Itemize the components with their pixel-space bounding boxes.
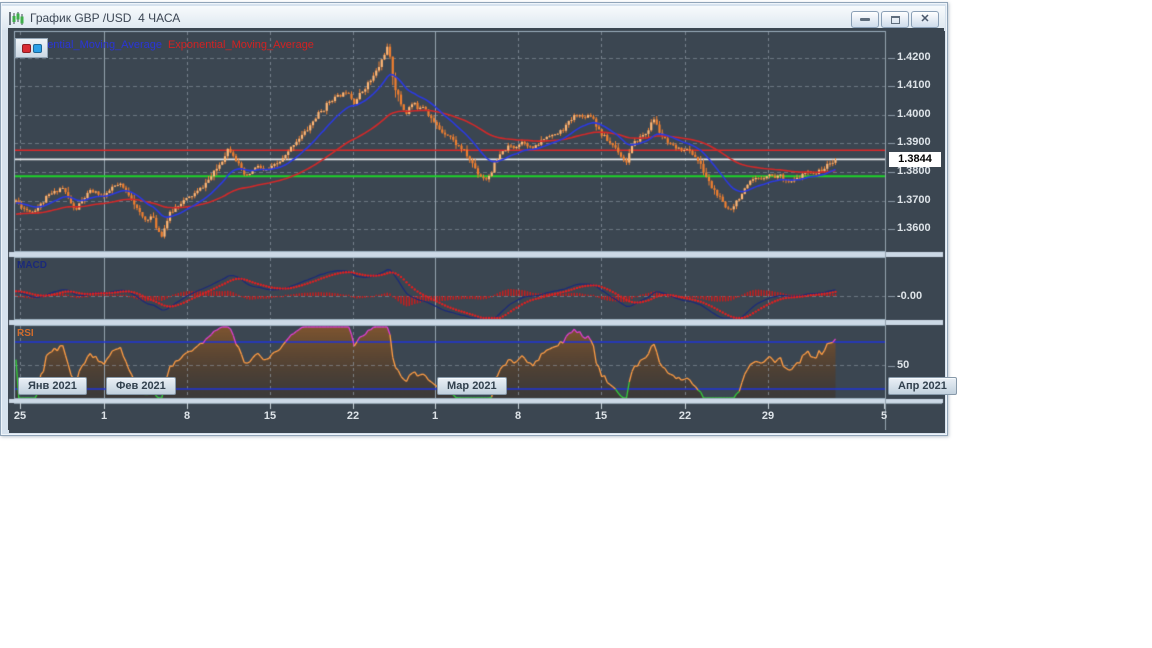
window-maximize-button[interactable] — [881, 11, 909, 28]
indicator-buttons[interactable] — [15, 38, 48, 58]
time-axis-day-label: 1 — [431, 410, 439, 422]
macd-label: MACD — [17, 260, 47, 271]
time-axis-day-label: 8 — [514, 410, 522, 422]
window-title: График GBP /USD 4 ЧАСА — [30, 11, 181, 25]
chart-canvas[interactable] — [8, 28, 944, 430]
month-marker: Мар 2021 — [437, 377, 507, 395]
rsi-label: RSI — [17, 328, 34, 339]
restore-icon — [890, 15, 900, 24]
close-icon: ✕ — [920, 13, 930, 25]
time-axis-day-label: 1 — [100, 410, 108, 422]
time-axis-day-label: 25 — [13, 410, 27, 422]
macd-axis-label: -0.00 — [897, 290, 923, 302]
month-marker: Янв 2021 — [18, 377, 87, 395]
ema-fast-color-button[interactable] — [32, 43, 42, 53]
window-titlebar[interactable]: График GBP /USD 4 ЧАСА — [2, 6, 945, 30]
month-marker: Фев 2021 — [106, 377, 176, 395]
rsi-axis-label: 50 — [897, 359, 910, 371]
time-axis-day-label: 8 — [183, 410, 191, 422]
ema-slow-color-button[interactable] — [21, 43, 31, 53]
window-close-button[interactable]: ✕ — [911, 11, 939, 28]
month-marker: Апр 2021 — [888, 377, 957, 395]
chart-window-icon — [9, 11, 24, 25]
price-axis-label: 1.4200 — [897, 51, 931, 63]
price-axis-label: 1.4000 — [897, 108, 931, 120]
time-axis-day-label: 15 — [263, 410, 277, 422]
desktop: { "window": { "title": "График GBP /USD … — [0, 0, 1152, 648]
indicator-legend: Exponential_Moving_Average Exponential_M… — [16, 39, 314, 51]
time-axis-day-label: 22 — [346, 410, 360, 422]
time-axis-day-label: 15 — [594, 410, 608, 422]
price-axis-label: 1.3900 — [897, 136, 931, 148]
legend-ema-slow: Exponential_Moving_Average — [167, 39, 314, 51]
window-minimize-button[interactable] — [851, 11, 879, 28]
time-axis-day-label: 29 — [761, 410, 775, 422]
time-axis-day-label: 5 — [880, 410, 888, 422]
price-axis-label: 1.4100 — [897, 79, 931, 91]
price-axis-label: 1.3700 — [897, 194, 931, 206]
price-axis-label: 1.3600 — [897, 222, 931, 234]
current-price-box: 1.3844 — [889, 152, 941, 167]
time-axis-day-label: 22 — [678, 410, 692, 422]
minimize-icon — [860, 18, 870, 21]
